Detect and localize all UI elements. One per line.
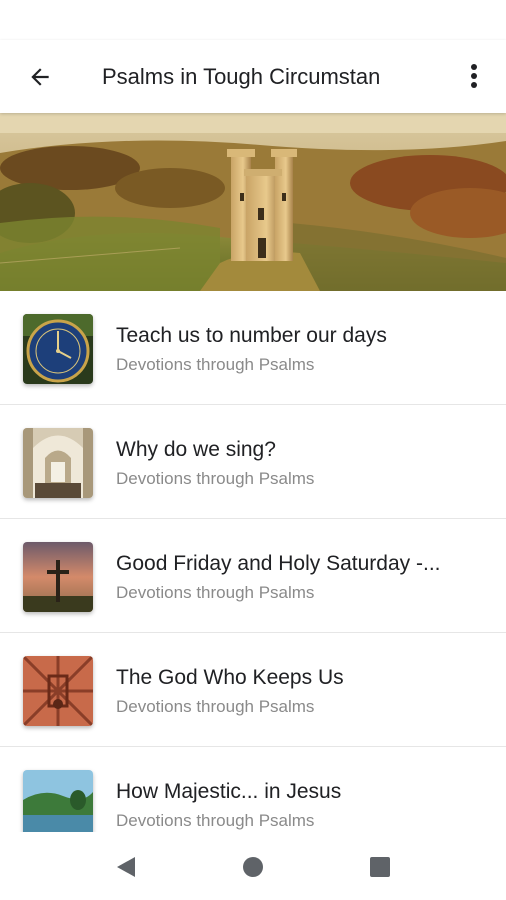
item-title: The God Who Keeps Us (116, 666, 344, 689)
system-navigation-bar (0, 832, 506, 900)
list-item[interactable]: Good Friday and Holy Saturday -... Devot… (0, 519, 506, 633)
square-recents-icon (370, 857, 390, 877)
more-options-button[interactable] (456, 56, 492, 96)
app-bar: Psalms in Tough Circumstan (0, 40, 506, 113)
back-button[interactable] (20, 57, 60, 97)
page-title: Psalms in Tough Circumstan (102, 63, 424, 90)
triangle-back-icon (117, 857, 135, 877)
item-title: Why do we sing? (116, 438, 276, 461)
item-subtitle: Devotions through Psalms (116, 469, 315, 488)
item-subtitle: Devotions through Psalms (116, 355, 315, 374)
nav-home-button[interactable] (240, 854, 266, 880)
circle-home-icon (243, 857, 263, 877)
more-vert-icon (471, 64, 477, 88)
item-subtitle: Devotions through Psalms (116, 811, 315, 830)
clock-face-thumbnail (23, 314, 93, 384)
arrow-back-icon (31, 67, 49, 86)
lake-landscape-thumbnail (23, 770, 93, 832)
devotion-list: Teach us to number our days Devotions th… (0, 291, 506, 832)
item-subtitle: Devotions through Psalms (116, 697, 315, 716)
list-item[interactable]: The God Who Keeps Us Devotions through P… (0, 633, 506, 747)
list-item[interactable]: How Majestic... in Jesus Devotions throu… (0, 747, 506, 832)
list-item[interactable]: Teach us to number our days Devotions th… (0, 291, 506, 405)
item-title: Good Friday and Holy Saturday -... (116, 552, 441, 575)
item-title: How Majestic... in Jesus (116, 780, 342, 803)
cross-sunset-thumbnail (23, 542, 93, 612)
item-subtitle: Devotions through Psalms (116, 583, 315, 602)
status-bar (0, 0, 506, 40)
list-item[interactable]: Why do we sing? Devotions through Psalms (0, 405, 506, 519)
ornate-door-thumbnail (23, 656, 93, 726)
church-interior-thumbnail (23, 428, 93, 498)
nav-back-button[interactable] (113, 854, 139, 880)
hero-image (0, 113, 506, 291)
item-title: Teach us to number our days (116, 324, 387, 347)
nav-recents-button[interactable] (367, 854, 393, 880)
